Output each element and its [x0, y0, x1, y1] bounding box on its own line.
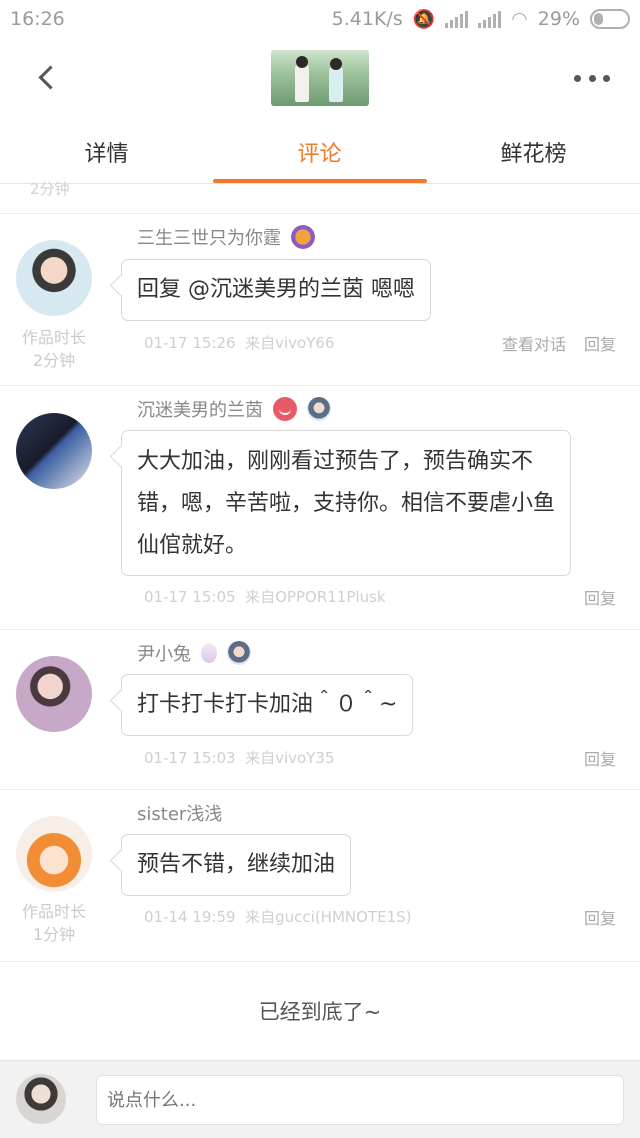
comment-meta: 01-17 15:05 来自OPPOR11Plusk — [144, 588, 386, 606]
reply-button[interactable]: 回复 — [584, 585, 616, 609]
signal-icon-2 — [478, 10, 502, 28]
comment-item: 沉迷美男的兰茵 大大加油，刚刚看过预告了，预告确实不 错，嗯，辛苦啦，支持你。相… — [0, 386, 640, 630]
tab-bar: 详情 评论 鲜花榜 — [0, 118, 640, 184]
fan-badge-icon — [307, 397, 331, 421]
comment-actions: 查看对话 回复 — [502, 331, 616, 355]
comment-bubble[interactable]: 打卡打卡打卡加油＾０＾~ — [121, 674, 414, 736]
level-badge-icon — [291, 225, 315, 249]
reply-button[interactable]: 回复 — [584, 331, 616, 355]
comment-actions: 回复 — [584, 585, 616, 609]
comment-username[interactable]: sister浅浅 — [137, 800, 222, 826]
my-avatar[interactable] — [16, 1074, 66, 1124]
egg-badge-icon — [201, 643, 217, 663]
comment-username[interactable]: 沉迷美男的兰茵 — [137, 396, 331, 422]
comment-bubble[interactable]: 大大加油，刚刚看过预告了，预告确实不 错，嗯，辛苦啦，支持你。相信不要虐小鱼 仙… — [121, 430, 572, 576]
more-dots-icon[interactable] — [574, 66, 610, 90]
comment-username[interactable]: 尹小兔 — [137, 640, 251, 666]
mute-icon: 🔕 — [412, 8, 436, 30]
partial-previous-comment: 2分钟 — [0, 178, 640, 214]
comment-input-bar — [0, 1060, 640, 1138]
view-dialog-link[interactable]: 查看对话 — [502, 331, 566, 355]
avatar[interactable] — [16, 656, 92, 732]
comment-item: 作品时长 1分钟 sister浅浅 预告不错，继续加油 01-14 19:59 … — [0, 790, 640, 962]
reply-button[interactable]: 回复 — [584, 746, 616, 770]
reply-button[interactable]: 回复 — [584, 905, 616, 929]
fan-badge-icon — [227, 641, 251, 665]
smile-badge-icon — [273, 397, 297, 421]
comment-actions: 回复 — [584, 905, 616, 929]
duration-label: 作品时长 2分钟 — [21, 328, 86, 370]
status-bar: 16:26 5.41K/s 🔕 ◠ 29% — [0, 0, 640, 40]
work-cover-image[interactable] — [271, 50, 369, 106]
status-right: 5.41K/s 🔕 ◠ 29% — [332, 8, 630, 30]
back-arrow-icon[interactable] — [30, 60, 66, 96]
battery-percent: 29% — [537, 8, 580, 30]
tab-flower-rank[interactable]: 鲜花榜 — [427, 136, 640, 168]
battery-icon — [590, 9, 630, 29]
end-of-list-text: 已经到底了~ — [258, 1000, 382, 1024]
avatar[interactable] — [16, 816, 92, 892]
comment-item: 作品时长 2分钟 三生三世只为你霆 回复 @沉迷美男的兰茵 嗯嗯 01-17 1… — [0, 214, 640, 386]
comment-item: 尹小兔 打卡打卡打卡加油＾０＾~ 01-17 15:03 来自vivoY35 回… — [0, 630, 640, 790]
tab-details[interactable]: 详情 — [0, 136, 213, 168]
comment-input[interactable] — [96, 1075, 624, 1125]
partial-duration: 2分钟 — [30, 180, 70, 198]
comment-meta: 01-14 19:59 来自gucci(HMNOTE1S) — [144, 908, 412, 926]
comment-username[interactable]: 三生三世只为你霆 — [137, 224, 315, 250]
comment-meta: 01-17 15:03 来自vivoY35 — [144, 749, 335, 767]
comment-bubble[interactable]: 预告不错，继续加油 — [121, 834, 352, 896]
wifi-icon: ◠ — [511, 8, 528, 30]
comment-bubble[interactable]: 回复 @沉迷美男的兰茵 嗯嗯 — [121, 259, 431, 321]
comment-actions: 回复 — [584, 746, 616, 770]
tab-comments[interactable]: 评论 — [213, 136, 426, 168]
comment-meta: 01-17 15:26 来自vivoY66 — [144, 334, 335, 352]
top-bar — [0, 40, 640, 118]
duration-label: 作品时长 1分钟 — [21, 902, 86, 944]
network-speed: 5.41K/s — [331, 8, 403, 30]
status-time: 16:26 — [10, 8, 65, 30]
avatar[interactable] — [16, 240, 92, 316]
avatar[interactable] — [16, 413, 92, 489]
signal-icon — [445, 10, 469, 28]
